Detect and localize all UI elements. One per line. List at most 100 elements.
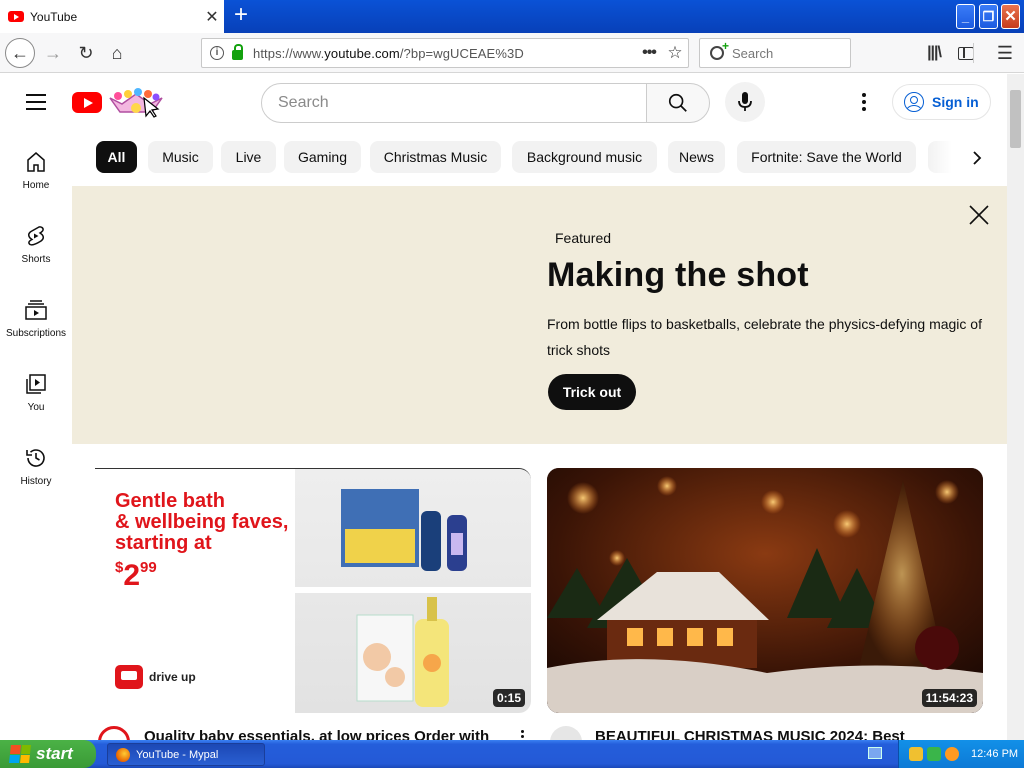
- guide-label: Shorts: [21, 254, 51, 265]
- ad-price-cents: 99: [140, 559, 157, 576]
- video-thumbnail-christmas[interactable]: 11:54:23: [547, 468, 983, 713]
- url-prefix: https://www.: [253, 45, 325, 61]
- search-button[interactable]: [646, 83, 710, 123]
- library-icon[interactable]: |||\: [919, 38, 949, 68]
- guide-item-subscriptions[interactable]: Subscriptions: [0, 278, 72, 344]
- start-label: start: [36, 744, 73, 763]
- taskbar-window-label: YouTube - Mypal: [136, 748, 219, 761]
- home-icon: [27, 152, 45, 172]
- video-title[interactable]: Quality baby essentials, at low prices O…: [144, 728, 489, 740]
- bookmark-star-icon[interactable]: ☆: [662, 43, 688, 63]
- scrollbar-thumb[interactable]: [1010, 90, 1021, 148]
- browser-tab-youtube[interactable]: YouTube ✕: [0, 0, 224, 33]
- chip-next-button[interactable]: [962, 144, 992, 172]
- search-engine-icon: [710, 39, 729, 60]
- site-info-icon[interactable]: i: [210, 46, 224, 60]
- guide-item-home[interactable]: Home: [0, 130, 72, 196]
- banner-title: Making the shot: [547, 256, 809, 294]
- chip-christmas-music[interactable]: Christmas Music: [370, 141, 501, 173]
- guide-item-history[interactable]: History: [0, 426, 72, 492]
- shorts-icon: [27, 226, 45, 246]
- banner-kicker: Featured: [555, 230, 612, 246]
- you-icon: [26, 374, 46, 394]
- ad-price-whole: 2: [123, 559, 141, 592]
- youtube-page: Search Sign in Home Shorts Subscriptions…: [0, 74, 1007, 740]
- url-text[interactable]: https://www.youtube.com/?bp=wgUCEAE%3D: [253, 46, 636, 61]
- app-menu-icon[interactable]: ☰: [990, 38, 1020, 68]
- windows-logo-icon: [9, 745, 31, 763]
- video-thumbnail-ad[interactable]: Gentle bath & wellbeing faves, starting …: [95, 468, 531, 713]
- url-path: /?bp=wgUCEAE%3D: [399, 45, 524, 61]
- page-scrollbar[interactable]: [1007, 74, 1024, 740]
- desktop-screen: YouTube ✕ + _ ❐ ✕ ← → ↻ ⌂ i https://www.…: [0, 0, 1024, 768]
- settings-more-icon[interactable]: [852, 90, 876, 114]
- chip-all[interactable]: All: [96, 141, 137, 173]
- toolbar-separator: [973, 43, 974, 63]
- ad-headline-line: & wellbeing faves,: [115, 511, 289, 533]
- network-icon[interactable]: [927, 747, 941, 761]
- guide-item-you[interactable]: You: [0, 352, 72, 418]
- category-chip-bar: All Music Live Gaming Christmas Music Ba…: [96, 141, 996, 174]
- video-duration: 0:15: [492, 689, 525, 707]
- drive-up-car-icon: [115, 665, 143, 689]
- forward-button[interactable]: →: [38, 38, 68, 68]
- channel-avatar[interactable]: [550, 726, 582, 740]
- youtube-logo-icon[interactable]: [72, 92, 102, 113]
- system-clock: 12:46 PM: [971, 748, 1019, 760]
- video-duration: 11:54:23: [921, 689, 977, 707]
- microphone-icon: [738, 92, 752, 111]
- home-button[interactable]: ⌂: [102, 38, 132, 68]
- keyboard-layout-icon[interactable]: [868, 747, 882, 759]
- maximize-window-button[interactable]: ❐: [979, 4, 998, 29]
- ad-headline-line: starting at: [115, 532, 212, 554]
- ad-product-image: [295, 469, 531, 713]
- guide-label: Subscriptions: [5, 328, 67, 339]
- chip-music[interactable]: Music: [148, 141, 213, 173]
- minimize-window-button[interactable]: _: [956, 4, 975, 29]
- video-more-icon[interactable]: [516, 730, 528, 740]
- youtube-search-input[interactable]: Search: [261, 83, 647, 123]
- security-shield-icon[interactable]: [909, 747, 923, 761]
- ad-headline: Gentle bath & wellbeing faves, starting …: [115, 491, 288, 554]
- guide-label: History: [20, 476, 52, 487]
- guide-label: You: [27, 402, 45, 413]
- new-tab-button[interactable]: +: [228, 3, 254, 29]
- close-window-button[interactable]: ✕: [1001, 4, 1020, 29]
- guide-menu-icon[interactable]: [22, 90, 50, 114]
- chip-gaming[interactable]: Gaming: [284, 141, 361, 173]
- close-icon[interactable]: [966, 202, 992, 228]
- subscriptions-icon: [25, 300, 47, 320]
- account-icon: [904, 92, 924, 112]
- browser-search-placeholder: Search: [732, 45, 774, 61]
- windows-taskbar: start YouTube - Mypal 12:46 PM: [0, 740, 1024, 768]
- mini-guide: Home Shorts Subscriptions You History: [0, 130, 72, 740]
- chip-live[interactable]: Live: [221, 141, 276, 173]
- reload-button[interactable]: ↻: [71, 38, 101, 68]
- close-tab-icon[interactable]: ✕: [200, 7, 224, 27]
- address-bar[interactable]: i https://www.youtube.com/?bp=wgUCEAE%3D…: [201, 38, 689, 68]
- taskbar-window-button[interactable]: YouTube - Mypal: [107, 743, 265, 766]
- video-title[interactable]: BEAUTIFUL CHRISTMAS MUSIC 2024: Best: [595, 728, 905, 740]
- sign-in-button[interactable]: Sign in: [892, 84, 991, 120]
- search-tray-icon[interactable]: [945, 747, 959, 761]
- featured-banner: Featured Making the shot From bottle fli…: [72, 186, 1007, 444]
- doodle-logo-icon[interactable]: [106, 86, 166, 120]
- chip-news[interactable]: News: [668, 141, 725, 173]
- sidebar-toggle-icon[interactable]: [951, 38, 981, 68]
- chip-fortnite-save-the-world[interactable]: Fortnite: Save the World: [737, 141, 916, 173]
- ad-drive-label: drive up: [149, 670, 196, 684]
- banner-cta-button[interactable]: Trick out: [548, 374, 636, 410]
- browser-search-box[interactable]: Search: [699, 38, 851, 68]
- start-button[interactable]: start: [0, 740, 96, 768]
- secure-lock-icon: [232, 44, 243, 60]
- voice-search-button[interactable]: [725, 82, 765, 122]
- channel-avatar[interactable]: [98, 726, 130, 740]
- chip-background-music[interactable]: Background music: [512, 141, 657, 173]
- back-button[interactable]: ←: [5, 38, 35, 68]
- history-icon: [26, 449, 45, 467]
- youtube-favicon-icon: [8, 11, 24, 22]
- banner-description: From bottle flips to basketballs, celebr…: [547, 316, 982, 358]
- mypal-browser-icon: [116, 747, 130, 762]
- guide-item-shorts[interactable]: Shorts: [0, 204, 72, 270]
- page-actions-icon[interactable]: •••: [636, 44, 662, 62]
